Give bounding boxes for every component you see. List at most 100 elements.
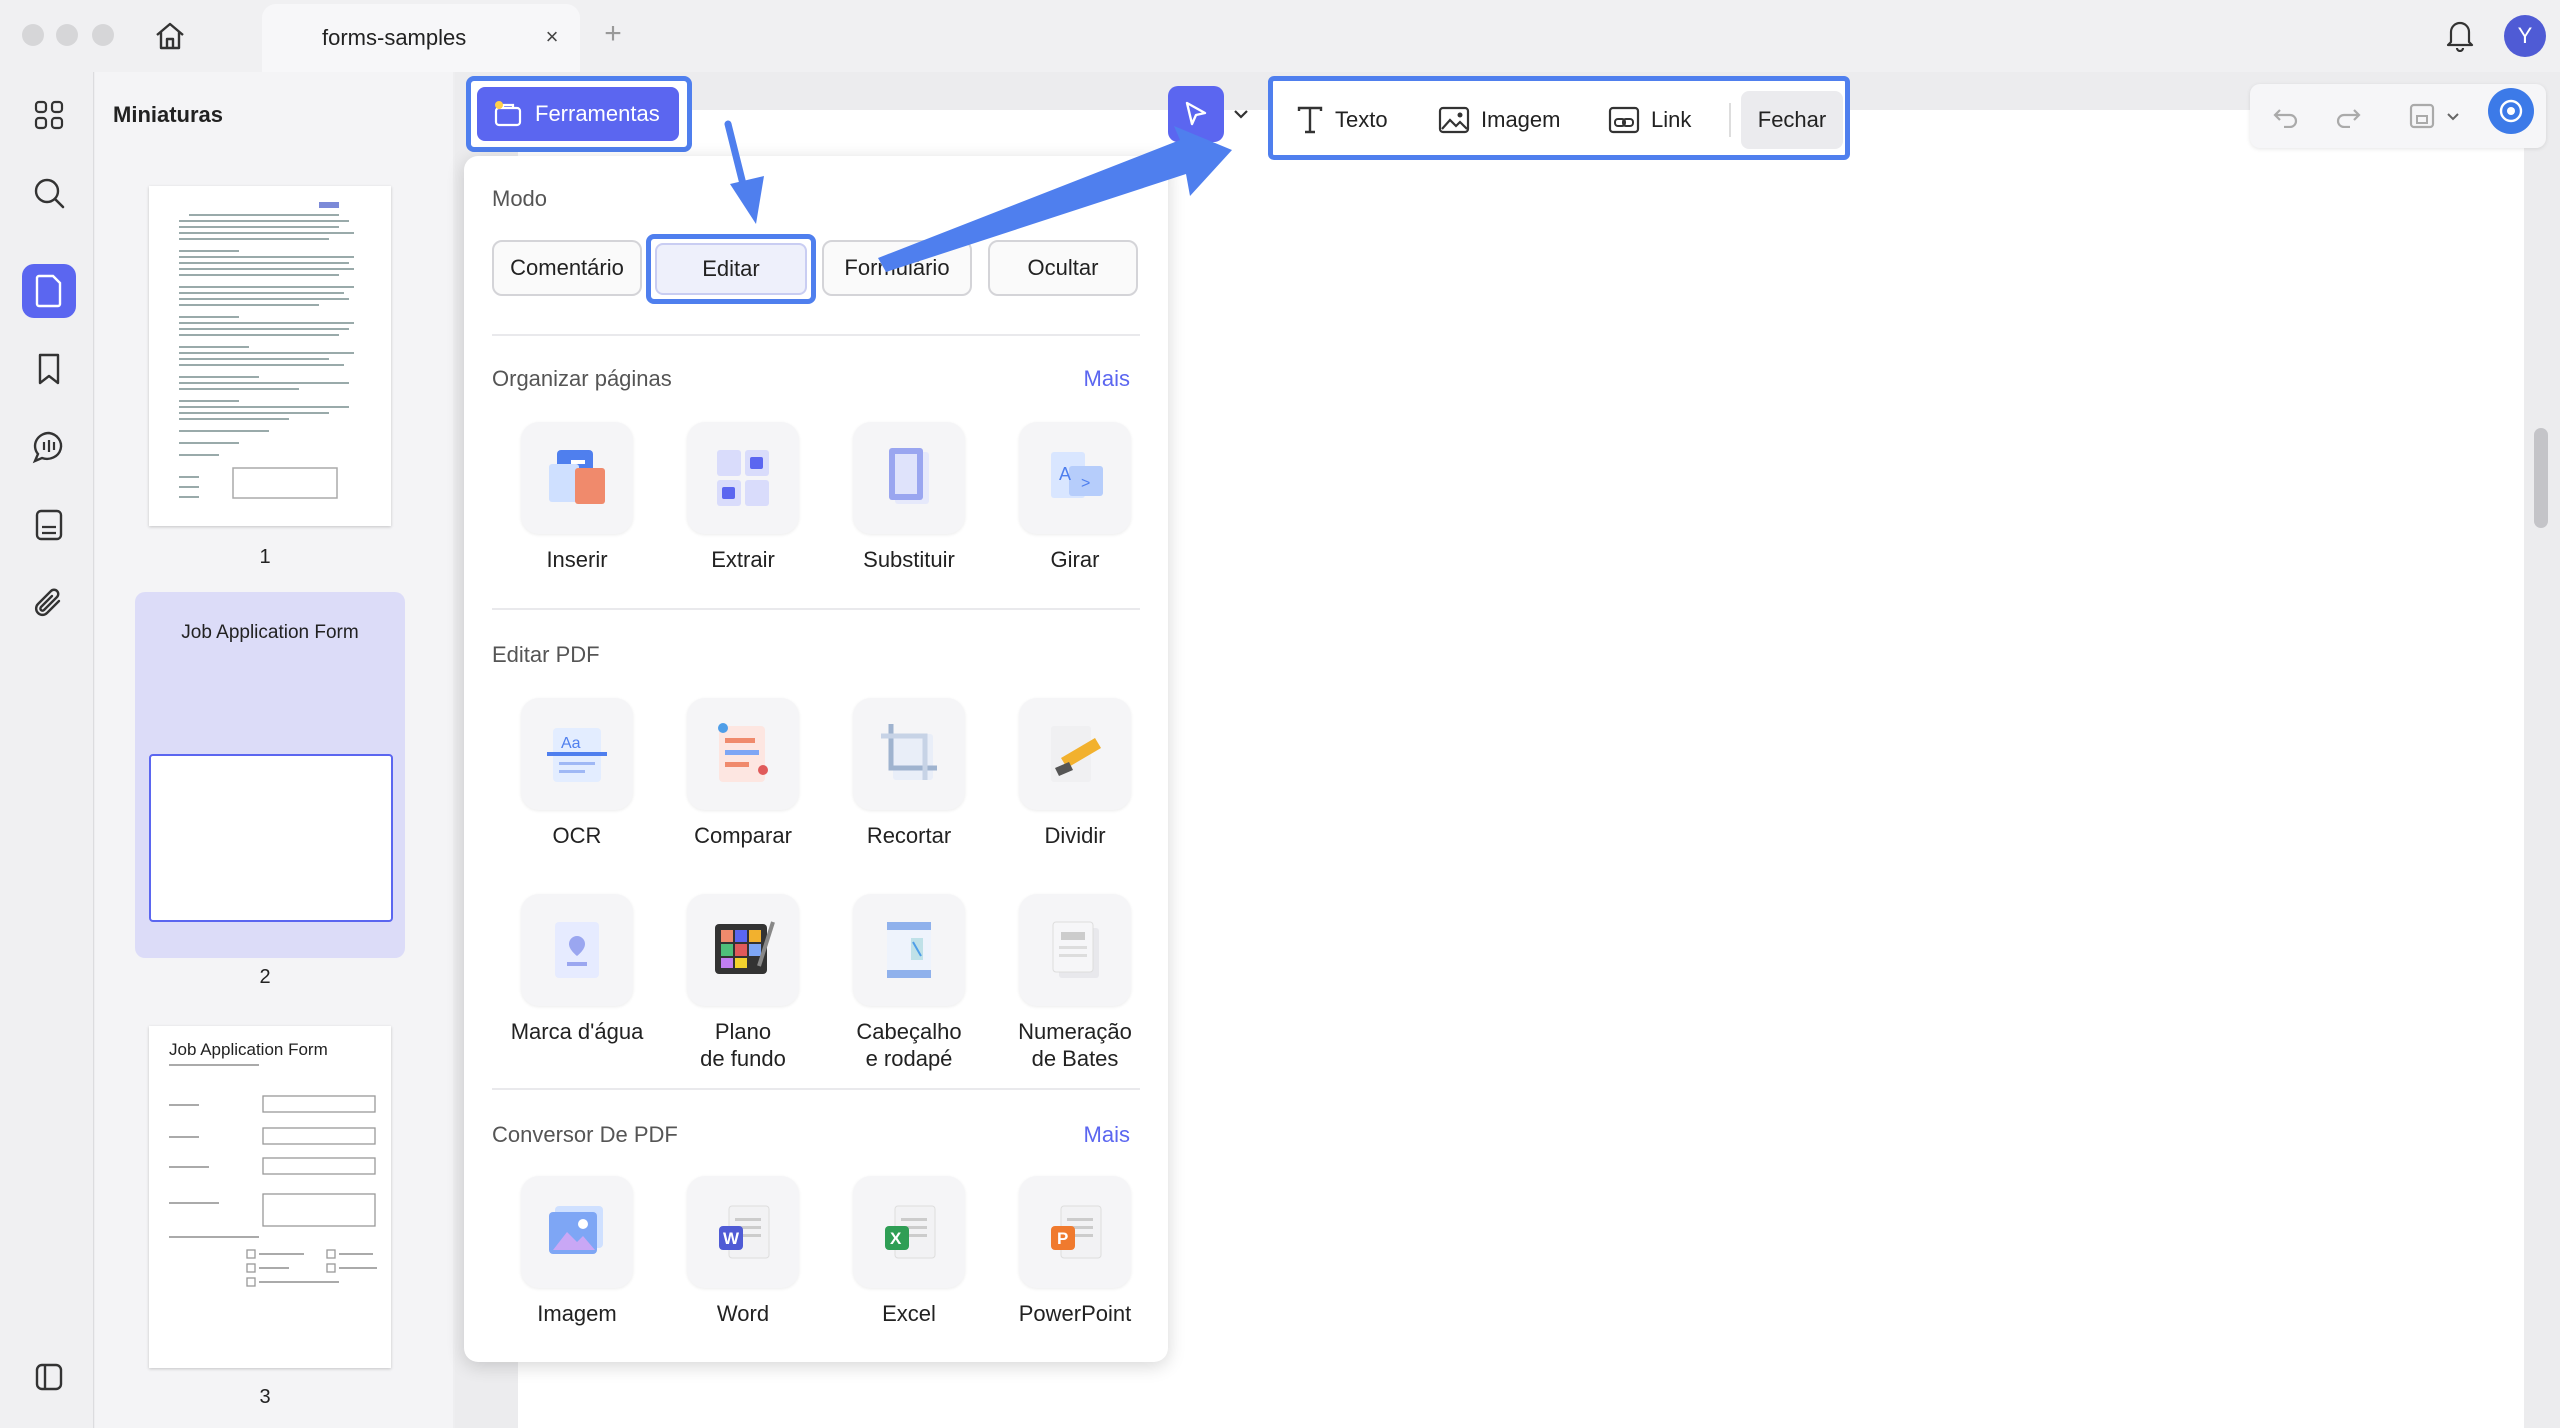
tool-girar[interactable]: A > Girar	[992, 422, 1158, 572]
tool-label-line: e rodapé	[865, 1046, 953, 1071]
panel-toggle-icon[interactable]	[22, 1350, 76, 1404]
avatar[interactable]: Y	[2504, 15, 2546, 57]
thumbnail-page-1[interactable]	[149, 186, 391, 526]
tool-extrair[interactable]: Extrair	[660, 422, 826, 572]
tool-comparar[interactable]: Comparar	[660, 698, 826, 848]
edit-toolbar: Texto Imagem Link Fechar	[1268, 76, 1850, 160]
tool-dividir[interactable]: Dividir	[992, 698, 1158, 848]
link-label: Link	[1651, 107, 1692, 132]
undo-icon[interactable]	[2264, 94, 2308, 138]
new-tab-button[interactable]: +	[598, 14, 628, 54]
section-title-modo: Modo	[492, 186, 548, 211]
window-close-dot[interactable]	[22, 24, 44, 46]
window-minimize-dot[interactable]	[56, 24, 78, 46]
tool-label: Plano de fundo	[650, 1018, 836, 1072]
svg-text:Aa: Aa	[561, 735, 581, 752]
chevron-down-icon[interactable]	[2440, 94, 2466, 138]
watermark-icon	[521, 894, 633, 1006]
tool-convert-imagem[interactable]: Imagem	[494, 1176, 660, 1326]
mode-comentario-button[interactable]: Comentário	[492, 240, 642, 296]
tool-substituir[interactable]: Substituir	[826, 422, 992, 572]
thumbnail-page-number: 2	[259, 966, 271, 988]
tab-title: forms-samples	[322, 25, 467, 50]
tool-label-line: de fundo	[700, 1046, 786, 1071]
tool-label: Numeração de Bates	[982, 1018, 1168, 1072]
thumbnail-viewport[interactable]	[149, 754, 393, 922]
document-scrollbar[interactable]	[2534, 428, 2548, 528]
background-icon	[687, 894, 799, 1006]
tool-label: Inserir	[546, 547, 608, 572]
window-zoom-dot[interactable]	[92, 24, 114, 46]
tool-label: Cabeçalho e rodapé	[816, 1018, 1002, 1072]
add-text-button[interactable]: Texto	[1295, 93, 1388, 147]
tool-label-line: Plano	[714, 1019, 772, 1044]
bookmark-icon[interactable]	[22, 342, 76, 396]
add-image-button[interactable]: Imagem	[1437, 93, 1560, 147]
tab-close-icon[interactable]: ×	[538, 22, 566, 52]
header-footer-icon	[853, 894, 965, 1006]
mode-ocultar-button[interactable]: Ocultar	[988, 240, 1138, 296]
compare-icon	[687, 698, 799, 810]
tool-convert-powerpoint[interactable]: P PowerPoint	[992, 1176, 1158, 1326]
mode-formulario-button[interactable]: Formulário	[822, 240, 972, 296]
bell-icon[interactable]	[2440, 14, 2480, 56]
chevron-down-icon[interactable]	[1230, 100, 1252, 128]
bates-numbering-icon	[1019, 894, 1131, 1006]
save-icon[interactable]	[2400, 94, 2444, 138]
mode-editar-button[interactable]: Editar	[655, 243, 807, 295]
tool-numeracao-bates[interactable]: Numeração de Bates	[992, 894, 1158, 1071]
ferramentas-label: Ferramentas	[535, 101, 660, 126]
tool-inserir[interactable]: Inserir	[494, 422, 660, 572]
crop-icon	[853, 698, 965, 810]
excel-icon: X	[853, 1176, 965, 1288]
thumbnail-page-3[interactable]: Job Application Form	[149, 1026, 391, 1368]
attachment-icon[interactable]	[22, 576, 76, 630]
organizar-more-link[interactable]: Mais	[1084, 366, 1130, 392]
tool-label: PowerPoint	[1018, 1301, 1132, 1326]
thumbnail-heading: Job Application Form	[181, 622, 359, 643]
tool-label: Marca d'água	[484, 1018, 670, 1045]
tool-plano-de-fundo[interactable]: Plano de fundo	[660, 894, 826, 1071]
ferramentas-button[interactable]: Ferramentas	[477, 87, 679, 141]
ferramentas-highlight: Ferramentas	[466, 76, 692, 152]
tool-label: Excel	[882, 1301, 936, 1326]
home-icon[interactable]	[150, 18, 190, 54]
editar-highlight: Editar	[646, 234, 816, 304]
tool-convert-word[interactable]: W Word	[660, 1176, 826, 1326]
document-tab[interactable]: forms-samples ×	[262, 4, 580, 72]
section-title-editar-pdf: Editar PDF	[492, 642, 600, 667]
tool-convert-excel[interactable]: X Excel	[826, 1176, 992, 1326]
redo-icon[interactable]	[2326, 94, 2370, 138]
conversor-more-link[interactable]: Mais	[1084, 1122, 1130, 1148]
ai-assistant-icon[interactable]	[2488, 88, 2534, 134]
select-tool-button[interactable]	[1168, 86, 1224, 142]
imagem-label: Imagem	[1481, 107, 1561, 132]
close-edit-button[interactable]: Fechar	[1741, 91, 1843, 149]
tool-label-line: de Bates	[1031, 1046, 1119, 1071]
tool-label: Girar	[1050, 547, 1100, 572]
tool-label: Extrair	[711, 547, 775, 572]
search-icon[interactable]	[22, 166, 76, 220]
tool-cabecalho-rodape[interactable]: Cabeçalho e rodapé	[826, 894, 992, 1071]
pages-icon[interactable]	[22, 264, 76, 318]
rotate-pages-icon: A >	[1019, 422, 1131, 534]
split-icon	[1019, 698, 1131, 810]
divider	[492, 1088, 1140, 1090]
image-convert-icon	[521, 1176, 633, 1288]
comment-icon[interactable]	[22, 420, 76, 474]
tools-panel: Modo Comentário Editar Formulário Oculta…	[464, 156, 1168, 1362]
toolbar-divider	[1729, 103, 1731, 137]
thumbnail-page-2[interactable]: Job Application Form	[149, 606, 393, 944]
add-link-button[interactable]: Link	[1607, 93, 1691, 147]
image-icon	[1438, 106, 1470, 134]
tool-marca-dagua[interactable]: Marca d'água	[494, 894, 660, 1044]
section-title-organizar: Organizar páginas	[492, 366, 672, 391]
tool-label: Comparar	[694, 823, 792, 848]
grid-icon[interactable]	[22, 88, 76, 142]
tool-ocr[interactable]: Aa OCR	[494, 698, 660, 848]
section-title-conversor: Conversor De PDF	[492, 1122, 678, 1147]
form-icon[interactable]	[22, 498, 76, 552]
tool-recortar[interactable]: Recortar	[826, 698, 992, 848]
powerpoint-icon: P	[1019, 1176, 1131, 1288]
tool-label-line: Cabeçalho	[856, 1019, 962, 1044]
